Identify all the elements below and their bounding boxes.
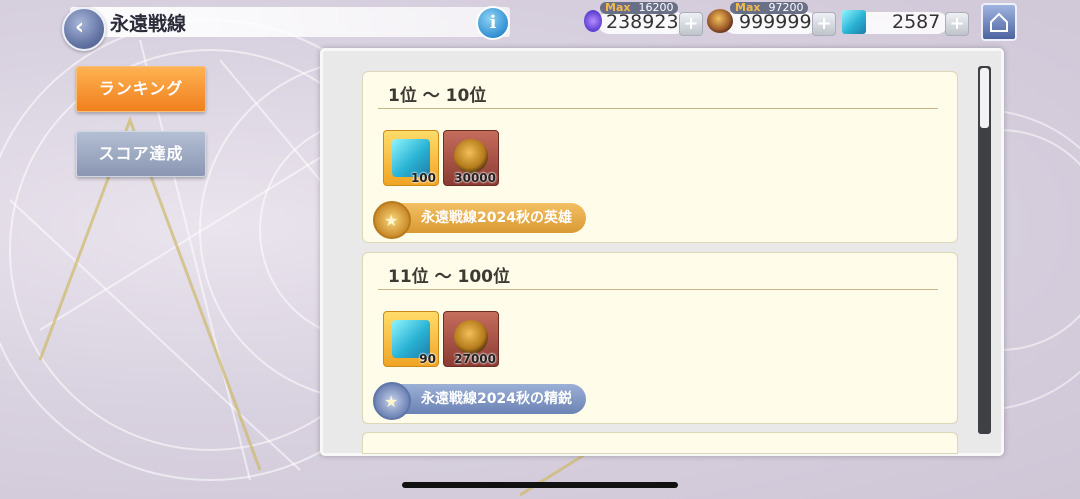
reward-quantity: 90 bbox=[419, 352, 436, 366]
horn-amount: 999999 bbox=[739, 11, 812, 33]
cube-amount: 2587 bbox=[892, 11, 941, 33]
home-indicator[interactable] bbox=[402, 482, 678, 488]
scrollbar[interactable] bbox=[978, 66, 991, 434]
cube-add-button[interactable]: + bbox=[945, 12, 969, 36]
reward-item[interactable]: 100 bbox=[383, 130, 439, 186]
tier-rank-range: 11位 ～ 100位 bbox=[388, 267, 510, 287]
reward-item[interactable]: 90 bbox=[383, 311, 439, 367]
tab-ranking[interactable]: ランキング bbox=[76, 66, 206, 112]
silver-medal-icon: ★ bbox=[373, 382, 411, 420]
reward-item[interactable]: 27000 bbox=[443, 311, 499, 367]
cube-currency-icon bbox=[842, 10, 866, 34]
title-badge: ★ 永遠戦線2024秋の精鋭 bbox=[373, 382, 586, 420]
page-title: 永遠戦線 bbox=[110, 13, 187, 35]
crystal-amount: 238923 bbox=[606, 11, 679, 33]
reward-item[interactable]: 30000 bbox=[443, 130, 499, 186]
horn-currency-icon bbox=[707, 9, 733, 33]
reward-tier-card bbox=[362, 432, 958, 454]
divider bbox=[378, 289, 938, 290]
info-button[interactable]: i bbox=[476, 6, 510, 40]
horn-item-icon bbox=[454, 320, 488, 354]
reward-tier-card: 1位 ～ 10位 100 30000 ★ 永遠戦線2024秋の英雄 bbox=[362, 71, 958, 243]
back-button[interactable]: ‹ bbox=[62, 7, 106, 51]
home-icon bbox=[990, 12, 1008, 32]
title-badge: ★ 永遠戦線2024秋の英雄 bbox=[373, 201, 586, 239]
crystal-add-button[interactable]: + bbox=[679, 12, 703, 36]
crystal-currency-icon bbox=[584, 10, 602, 32]
tier-rank-range: 1位 ～ 10位 bbox=[388, 86, 487, 106]
reward-quantity: 100 bbox=[410, 171, 436, 185]
gold-medal-icon: ★ bbox=[373, 201, 411, 239]
home-button[interactable] bbox=[981, 3, 1017, 41]
horn-item-icon bbox=[454, 139, 488, 173]
divider bbox=[378, 108, 938, 109]
reward-quantity: 30000 bbox=[454, 171, 496, 185]
badge-label: 永遠戦線2024秋の英雄 bbox=[421, 210, 572, 226]
horn-add-button[interactable]: + bbox=[812, 12, 836, 36]
reward-tier-card: 11位 ～ 100位 90 27000 ★ 永遠戦線2024秋の精鋭 bbox=[362, 252, 958, 424]
tab-score-achievement[interactable]: スコア達成 bbox=[76, 131, 206, 177]
scrollbar-thumb[interactable] bbox=[980, 68, 989, 128]
badge-label: 永遠戦線2024秋の精鋭 bbox=[421, 391, 572, 407]
reward-quantity: 27000 bbox=[454, 352, 496, 366]
chevron-left-icon: ‹ bbox=[75, 15, 85, 40]
